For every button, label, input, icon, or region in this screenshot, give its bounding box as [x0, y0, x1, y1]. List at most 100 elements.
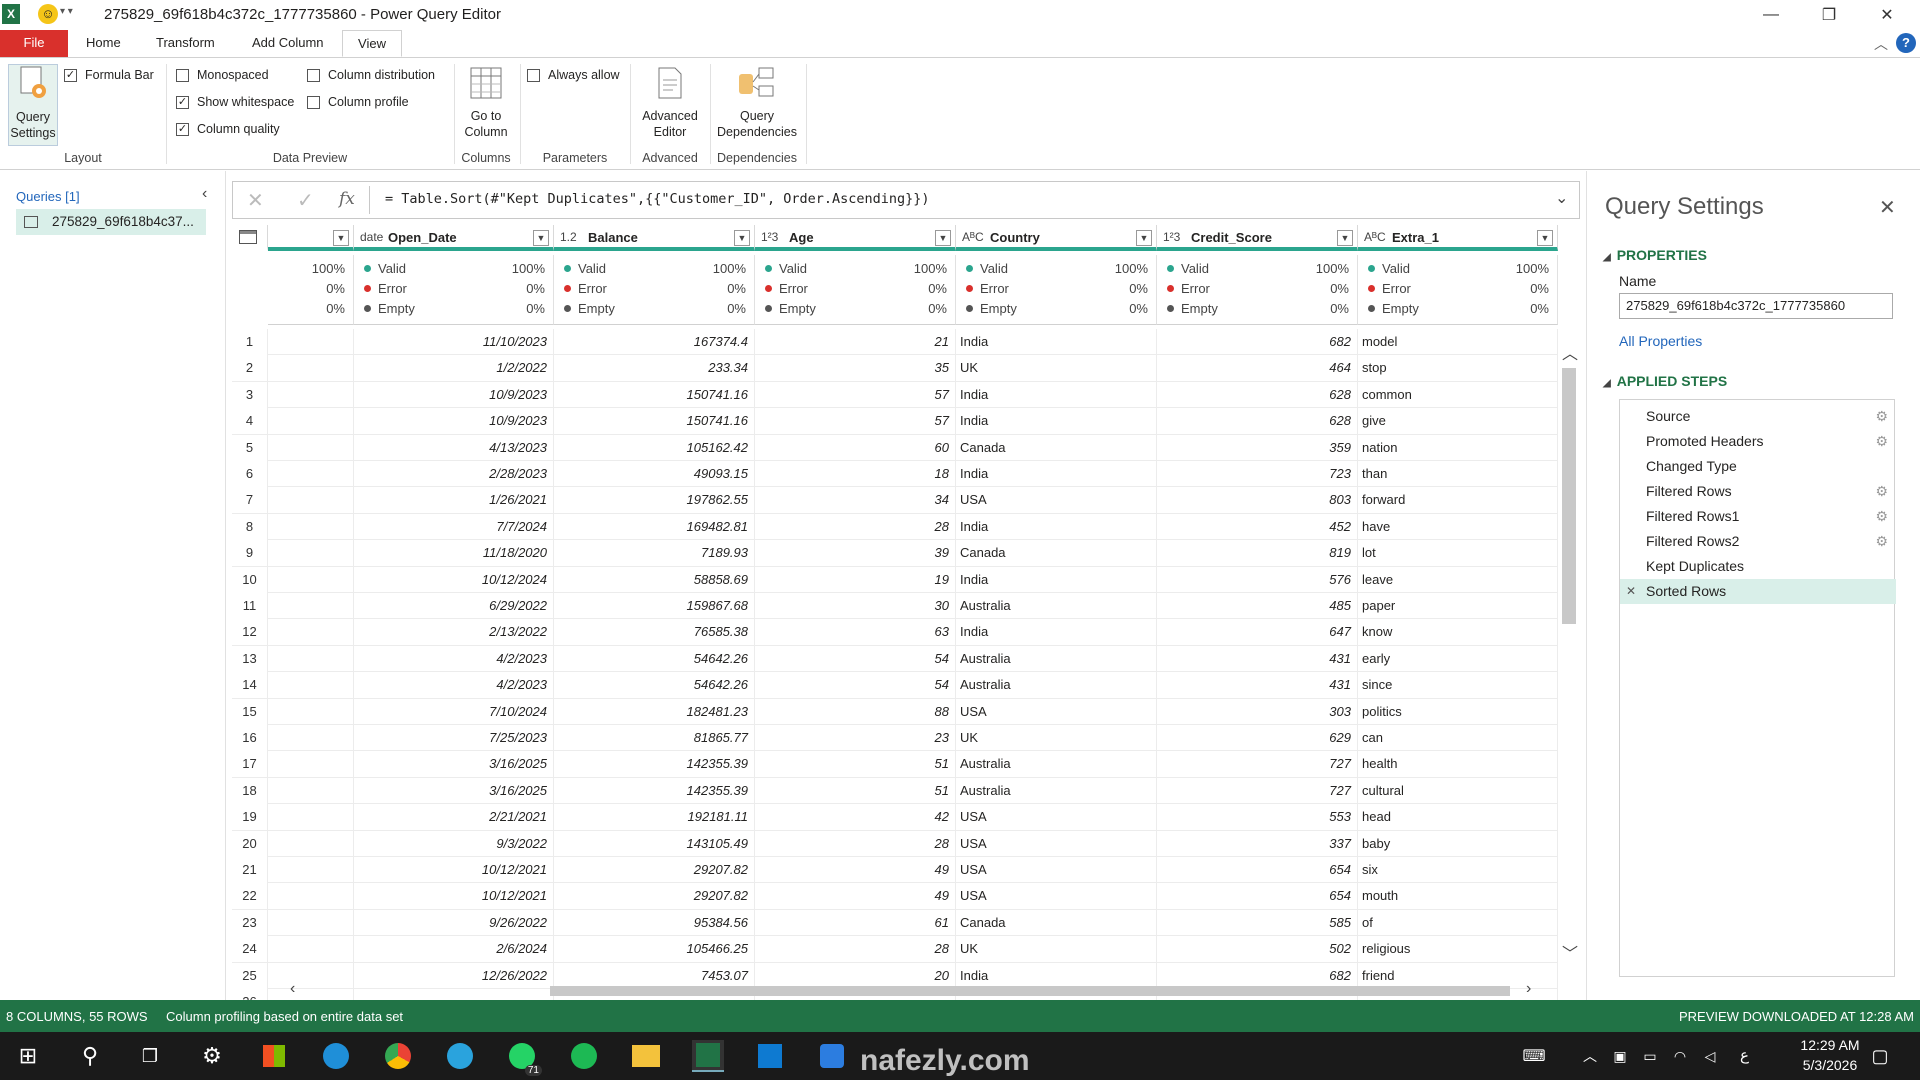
table-cell[interactable]: 6/29/2022 — [354, 593, 554, 619]
table-row[interactable]: 16 7/25/2023 81865.77 23 UK 629 can — [232, 725, 1558, 752]
table-cell[interactable]: nation — [1358, 434, 1558, 461]
table-cell[interactable]: 10/12/2021 — [354, 857, 554, 883]
table-cell[interactable]: 1/2/2022 — [354, 355, 554, 382]
table-cell[interactable]: stop — [1358, 355, 1558, 382]
query-settings-button[interactable]: Query Settings — [8, 64, 58, 146]
table-cell[interactable]: Canada — [956, 434, 1157, 461]
table-cell[interactable]: 2/28/2023 — [354, 461, 554, 487]
table-cell[interactable]: India — [956, 408, 1157, 435]
table-row[interactable]: 9 11/18/2020 7189.93 39 Canada 819 lot — [232, 540, 1558, 567]
table-cell[interactable] — [268, 566, 354, 593]
column-header[interactable]: 1²3 Age ▼ — [755, 225, 956, 251]
table-row[interactable]: 23 9/26/2022 95384.56 61 Canada 585 of — [232, 909, 1558, 937]
chrome-browser-icon[interactable] — [382, 1040, 414, 1072]
table-cell[interactable] — [268, 804, 354, 831]
table-cell[interactable]: 49093.15 — [554, 461, 755, 487]
row-index[interactable]: 7 — [232, 487, 268, 514]
table-cell[interactable]: India — [956, 381, 1157, 408]
table-cell[interactable]: 49 — [755, 883, 956, 910]
table-cell[interactable]: 143105.49 — [554, 830, 755, 857]
table-cell[interactable]: 61 — [755, 909, 956, 936]
table-cell[interactable]: 2/13/2022 — [354, 619, 554, 646]
table-cell[interactable]: Canada — [956, 540, 1157, 567]
azure-data-studio-icon[interactable] — [816, 1040, 848, 1072]
whatsapp-icon[interactable]: 71 — [506, 1040, 542, 1076]
table-cell[interactable]: India — [956, 461, 1157, 487]
step-settings-gear-icon[interactable]: ⚙ — [1875, 479, 1888, 504]
row-index[interactable]: 8 — [232, 513, 268, 540]
column-type-icon[interactable]: 1²3 — [1163, 230, 1180, 244]
table-cell[interactable]: 60 — [755, 434, 956, 461]
table-cell[interactable]: Australia — [956, 593, 1157, 619]
table-row[interactable]: 22 10/12/2021 29207.82 49 USA 654 mouth — [232, 883, 1558, 910]
table-cell[interactable]: 57 — [755, 408, 956, 435]
column-header[interactable]: date Open_Date ▼ — [354, 225, 554, 251]
row-index[interactable]: 4 — [232, 408, 268, 435]
table-cell[interactable]: since — [1358, 672, 1558, 699]
row-index[interactable]: 18 — [232, 777, 268, 804]
smiley-feedback-icon[interactable]: ☺ — [38, 4, 58, 24]
table-cell[interactable]: 303 — [1157, 698, 1358, 725]
column-filter-dropdown-icon[interactable]: ▼ — [734, 230, 750, 246]
telegram-icon[interactable] — [444, 1040, 476, 1072]
table-cell[interactable]: 192181.11 — [554, 804, 755, 831]
table-cell[interactable]: early — [1358, 645, 1558, 672]
table-cell[interactable]: have — [1358, 513, 1558, 540]
table-cell[interactable]: 51 — [755, 751, 956, 778]
column-filter-dropdown-icon[interactable]: ▼ — [935, 230, 951, 246]
table-cell[interactable]: leave — [1358, 566, 1558, 593]
table-cell[interactable]: Australia — [956, 777, 1157, 804]
applied-step[interactable]: Changed Type — [1620, 454, 1896, 479]
table-row[interactable]: 20 9/3/2022 143105.49 28 USA 337 baby — [232, 830, 1558, 857]
table-cell[interactable]: paper — [1358, 593, 1558, 619]
close-window-button[interactable]: ✕ — [1864, 0, 1910, 30]
close-settings-icon[interactable]: ✕ — [1879, 195, 1896, 220]
applied-step[interactable]: Filtered Rows ⚙ — [1620, 479, 1896, 504]
table-cell[interactable] — [268, 909, 354, 936]
table-row[interactable]: 2 1/2/2022 233.34 35 UK 464 stop — [232, 355, 1558, 382]
table-corner-menu[interactable] — [232, 225, 268, 251]
meet-now-icon[interactable]: ▣ — [1604, 1040, 1636, 1072]
fx-icon[interactable]: fx — [339, 189, 355, 209]
horizontal-scroll-thumb[interactable] — [550, 986, 1510, 996]
table-cell[interactable]: 30 — [755, 593, 956, 619]
table-cell[interactable]: mouth — [1358, 883, 1558, 910]
windows-start-icon[interactable]: ⊞ — [12, 1040, 44, 1072]
table-row[interactable]: 8 7/7/2024 169482.81 28 India 452 have — [232, 513, 1558, 541]
column-distribution-checkbox[interactable]: Column distribution — [307, 68, 435, 82]
commit-formula-icon[interactable]: ✓ — [297, 188, 314, 213]
table-row[interactable]: 21 10/12/2021 29207.82 49 USA 654 six — [232, 857, 1558, 884]
edge-browser-icon[interactable] — [320, 1040, 352, 1072]
table-cell[interactable]: USA — [956, 804, 1157, 831]
table-cell[interactable]: 49 — [755, 857, 956, 883]
table-cell[interactable]: 647 — [1157, 619, 1358, 646]
table-cell[interactable]: lot — [1358, 540, 1558, 567]
row-index[interactable]: 13 — [232, 645, 268, 672]
table-cell[interactable]: 197862.55 — [554, 487, 755, 514]
table-cell[interactable]: 142355.39 — [554, 777, 755, 804]
table-cell[interactable] — [268, 487, 354, 514]
row-index[interactable]: 20 — [232, 830, 268, 857]
row-index[interactable]: 1 — [232, 329, 268, 355]
table-cell[interactable]: religious — [1358, 936, 1558, 963]
table-cell[interactable] — [268, 857, 354, 883]
table-cell[interactable]: India — [956, 513, 1157, 540]
table-cell[interactable]: give — [1358, 408, 1558, 435]
table-cell[interactable]: 150741.16 — [554, 381, 755, 408]
column-header[interactable]: 1.2 Balance ▼ — [554, 225, 755, 251]
table-cell[interactable]: 585 — [1157, 909, 1358, 936]
table-cell[interactable]: politics — [1358, 698, 1558, 725]
table-cell[interactable]: 10/9/2023 — [354, 381, 554, 408]
clock-time[interactable]: 12:29 AM — [1790, 1037, 1870, 1053]
table-cell[interactable]: forward — [1358, 487, 1558, 514]
spotify-icon[interactable] — [568, 1040, 600, 1072]
table-cell[interactable]: India — [956, 566, 1157, 593]
table-cell[interactable]: 10/9/2023 — [354, 408, 554, 435]
table-cell[interactable]: six — [1358, 857, 1558, 883]
column-filter-dropdown-icon[interactable]: ▼ — [1537, 230, 1553, 246]
table-row[interactable]: 10 10/12/2024 58858.69 19 India 576 leave — [232, 566, 1558, 593]
volume-icon[interactable]: ◁ — [1694, 1040, 1726, 1072]
table-cell[interactable]: 169482.81 — [554, 513, 755, 540]
vscode-icon[interactable] — [754, 1040, 786, 1072]
column-filter-dropdown-icon[interactable]: ▼ — [333, 230, 349, 246]
